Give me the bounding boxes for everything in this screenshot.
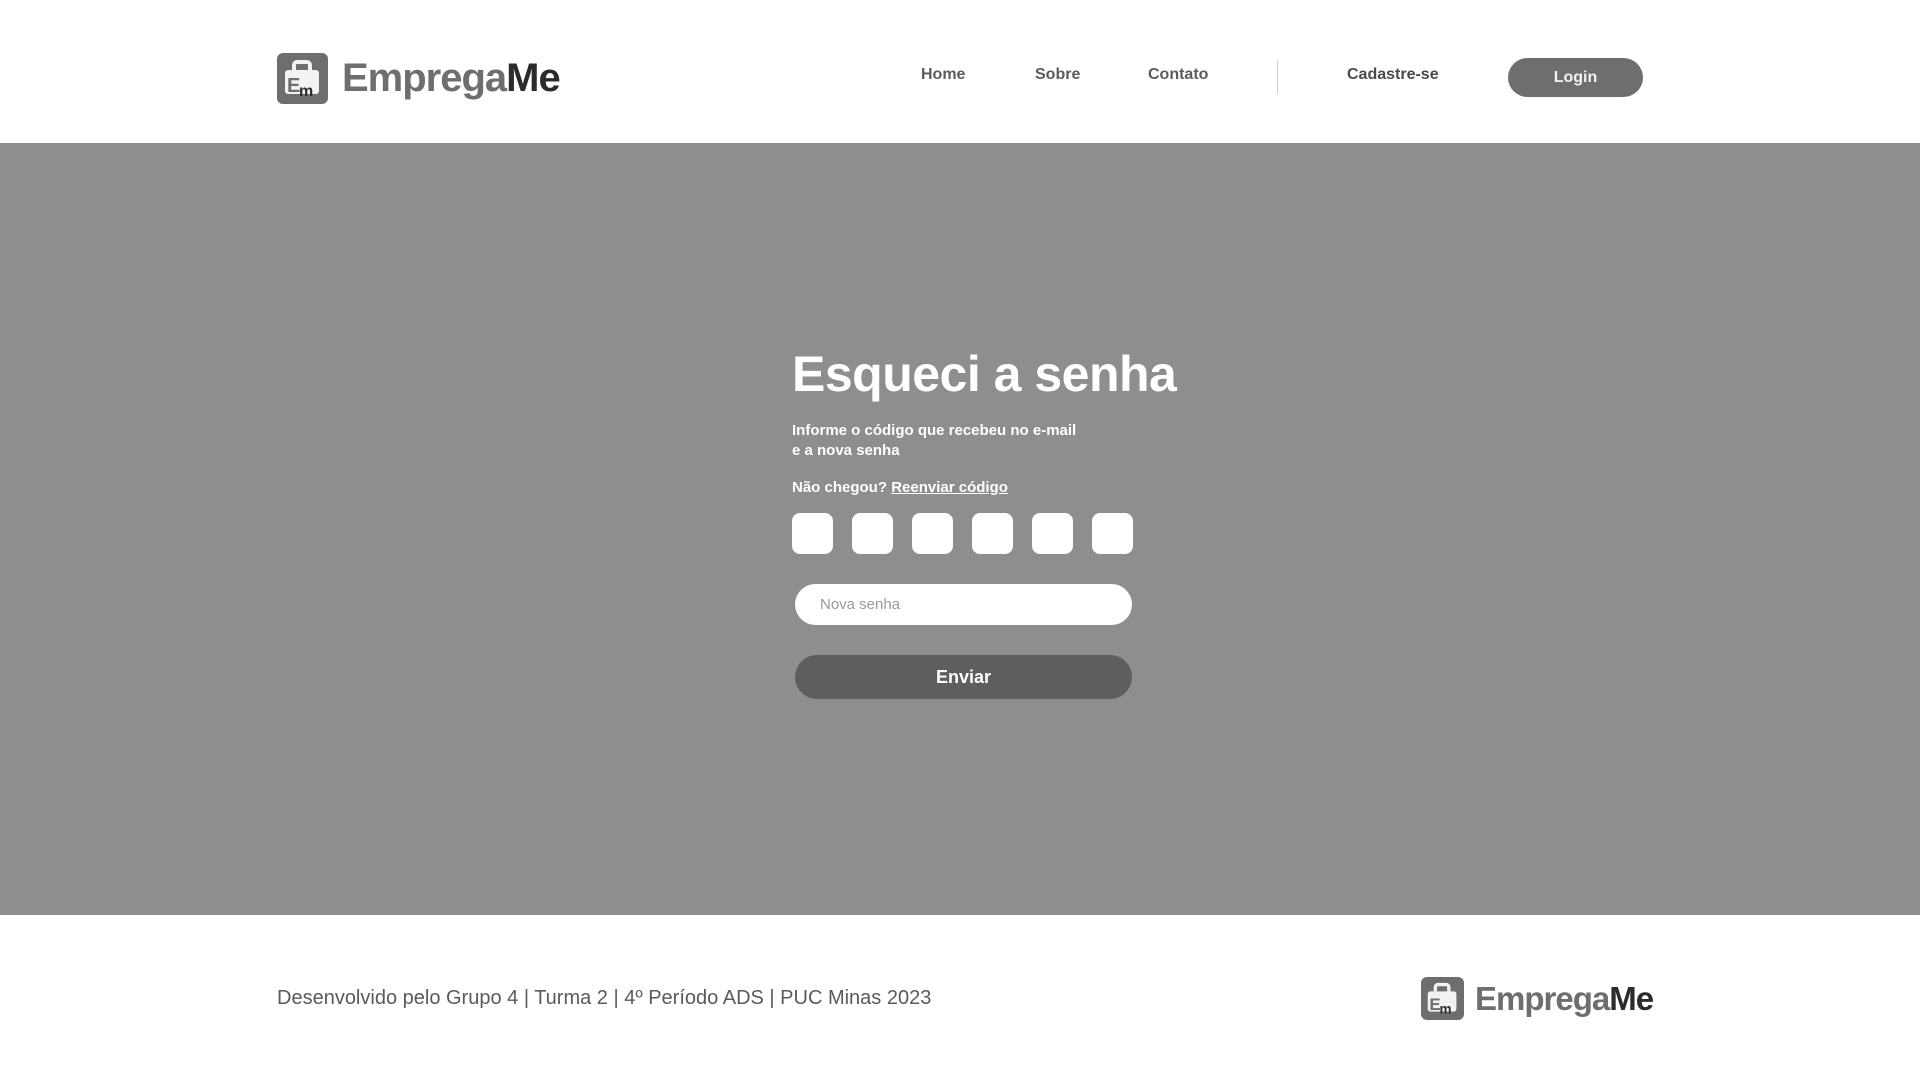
site-footer: Desenvolvido pelo Grupo 4 | Turma 2 | 4º… xyxy=(0,915,1920,1083)
logo-wordmark: EmpregaMe xyxy=(342,56,561,100)
briefcase-logo-icon: E m xyxy=(1421,977,1464,1020)
footer-logo-wordmark: EmpregaMe xyxy=(1475,980,1654,1017)
nav-contato-link[interactable]: Contato xyxy=(1148,66,1208,84)
instructions-line-2: e a nova senha xyxy=(792,442,900,459)
svg-text:m: m xyxy=(1440,1001,1452,1016)
resend-code-link[interactable]: Reenviar código xyxy=(891,479,1008,496)
nav-home-link[interactable]: Home xyxy=(921,66,965,84)
code-digit-2[interactable] xyxy=(852,513,893,554)
nav-sobre-link[interactable]: Sobre xyxy=(1035,66,1080,84)
briefcase-logo-icon: E m xyxy=(277,52,328,104)
page-title: Esqueci a senha xyxy=(792,346,1177,402)
footer-credits: Desenvolvido pelo Grupo 4 | Turma 2 | 4º… xyxy=(277,987,932,1009)
signup-link[interactable]: Cadastre-se xyxy=(1347,66,1439,84)
footer-logo-part2: Me xyxy=(1609,980,1654,1017)
resend-line: Não chegou? Reenviar código xyxy=(792,479,1136,496)
form-instructions: Informe o código que recebeu no e-mail e… xyxy=(792,421,1092,461)
code-digit-5[interactable] xyxy=(1032,513,1073,554)
hero-section: Esqueci a senha Informe o código que rec… xyxy=(0,143,1920,915)
code-digit-6[interactable] xyxy=(1092,513,1133,554)
footer-logo[interactable]: E m EmpregaMe xyxy=(1421,977,1654,1020)
svg-text:m: m xyxy=(299,83,313,100)
logo-text-part2: Me xyxy=(506,56,561,100)
code-digit-4[interactable] xyxy=(972,513,1013,554)
reset-password-form: Esqueci a senha Informe o código que rec… xyxy=(792,346,1177,699)
site-header: E m EmpregaMe Home Sobre Contato Cadastr… xyxy=(0,0,1920,143)
nav-divider xyxy=(1277,60,1278,94)
code-digit-3[interactable] xyxy=(912,513,953,554)
new-password-input[interactable] xyxy=(795,584,1132,625)
instructions-line-1: Informe o código que recebeu no e-mail xyxy=(792,422,1077,439)
submit-button[interactable]: Enviar xyxy=(795,655,1132,699)
resend-prefix: Não chegou? xyxy=(792,479,888,496)
code-digit-1[interactable] xyxy=(792,513,833,554)
login-button[interactable]: Login xyxy=(1508,58,1643,97)
code-inputs xyxy=(792,513,1136,554)
footer-logo-part1: Emprega xyxy=(1475,980,1610,1017)
header-logo[interactable]: E m EmpregaMe xyxy=(277,52,561,104)
logo-text-part1: Emprega xyxy=(342,56,507,100)
